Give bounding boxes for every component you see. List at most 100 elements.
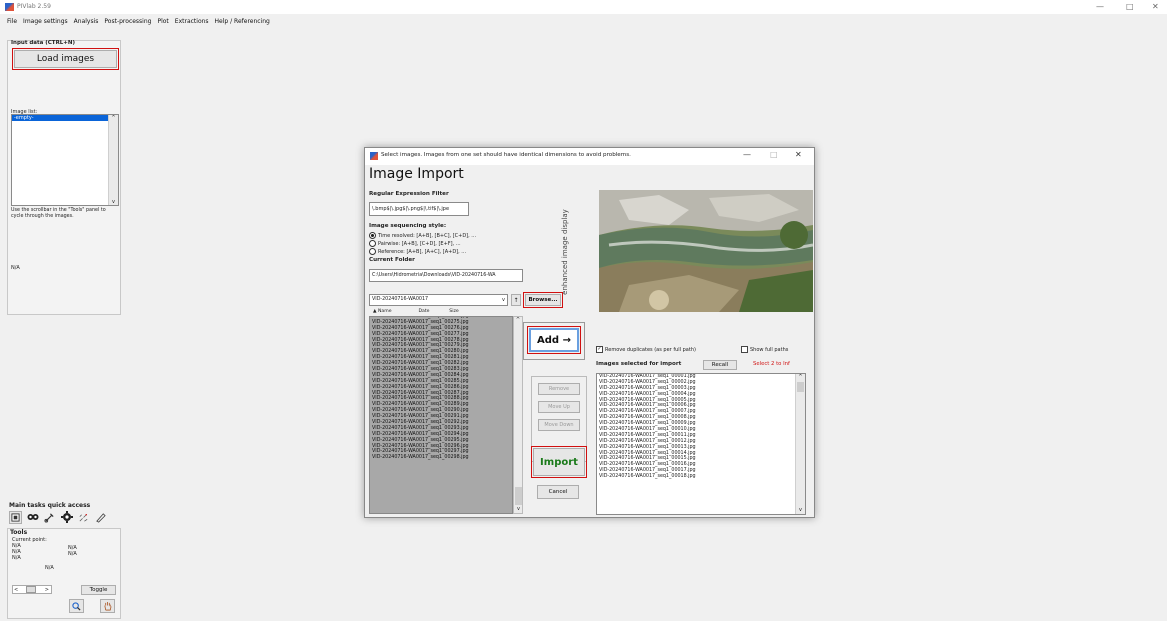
toggle-button[interactable]: Toggle xyxy=(81,585,116,595)
radio-selected-icon[interactable] xyxy=(369,232,376,239)
image-slider[interactable]: < > xyxy=(12,585,52,594)
app-titlebar: PIVlab 2.59 — □ ✕ xyxy=(0,0,1167,14)
scroll-down-icon[interactable]: v xyxy=(109,199,118,205)
current-folder-input[interactable]: C:\Users\Hidrometria\Downloads\VID-20240… xyxy=(369,269,523,282)
calibrate-icon[interactable] xyxy=(43,511,56,524)
header-date[interactable]: Date xyxy=(409,309,439,316)
sequencing-option-time-resolved[interactable]: Time resolved: [A+B], [B+C], [C+D], ... xyxy=(369,232,476,239)
river-preview-image xyxy=(599,190,813,312)
slider-right-icon[interactable]: > xyxy=(45,587,49,593)
minimize-icon[interactable]: — xyxy=(1096,2,1104,11)
folder-dropdown-value: VID-20240716-WA0017 xyxy=(372,297,429,302)
file-list-scroll-thumb[interactable] xyxy=(515,487,522,505)
load-images-button[interactable]: Load images xyxy=(12,48,119,70)
preview-label: enhanced image display xyxy=(561,209,569,295)
chevron-down-icon[interactable]: v xyxy=(502,295,505,305)
image-list-hint: Use the scrollbar in the "Tools" panel t… xyxy=(11,208,106,219)
show-full-paths-checkbox[interactable]: Show full paths xyxy=(741,346,788,353)
sequencing-option-label: Reference: [A+B], [A+C], [A+D], ... xyxy=(378,248,467,255)
image-list-scrollbar[interactable]: ^ v xyxy=(108,115,118,205)
scroll-up-icon[interactable]: ^ xyxy=(109,115,118,121)
regex-filter-input[interactable]: \.bmp$|\.jpg$|\.png$|\.tif$|\.jpe xyxy=(369,202,469,216)
dialog-app-icon xyxy=(370,152,378,160)
add-button[interactable]: Add → xyxy=(527,326,581,354)
roi-icon[interactable] xyxy=(9,510,22,524)
folder-up-button[interactable]: ↑ xyxy=(511,294,521,306)
radio-icon[interactable] xyxy=(369,248,376,255)
sequencing-option-pairwise[interactable]: Pairwise: [A+B], [C+D], [E+F], ... xyxy=(369,240,461,247)
dialog-maximize-icon[interactable]: □ xyxy=(770,150,778,159)
header-size[interactable]: Size xyxy=(439,309,469,316)
move-down-button[interactable]: Move Down xyxy=(538,419,580,431)
menu-plot[interactable]: Plot xyxy=(157,18,168,25)
tools-panel: Tools Current point: N/A N/A N/A N/A N/A… xyxy=(7,528,121,619)
checkbox-checked-icon[interactable]: ✓ xyxy=(596,346,603,353)
remove-duplicates-checkbox[interactable]: ✓ Remove duplicates (as per full path) xyxy=(596,346,696,353)
tools-value-4: N/A xyxy=(68,551,77,557)
image-list[interactable]: -empty- ^ v xyxy=(11,114,119,206)
quick-access-label: Main tasks quick access xyxy=(9,502,91,509)
preview-label-box: enhanced image display xyxy=(558,188,572,316)
cancel-button[interactable]: Cancel xyxy=(537,485,579,499)
menu-file[interactable]: File xyxy=(7,18,17,25)
dialog-minimize-icon[interactable]: — xyxy=(743,150,751,159)
pivlab-app-icon xyxy=(5,3,14,11)
vector-icon[interactable] xyxy=(77,511,90,524)
selected-image-item[interactable]: VID-20240716-WA0017_seq1_00018.jpg xyxy=(597,474,805,480)
selected-images-list[interactable]: VID-20240716-WA0017_seq1_00001.jpg VID-20… xyxy=(596,373,806,515)
sort-up-icon[interactable]: ▲ Name xyxy=(369,309,409,316)
tools-value-5: N/A xyxy=(12,555,21,561)
browse-button[interactable]: Browse... xyxy=(523,292,563,308)
input-data-label: Input data (CTRL+N) xyxy=(11,40,76,46)
menu-bar: File Image settings Analysis Post-proces… xyxy=(0,14,1167,28)
scroll-up-icon[interactable]: ^ xyxy=(514,317,522,323)
scroll-down-icon[interactable]: v xyxy=(514,506,523,512)
select-range-hint: Select 2 to Inf xyxy=(753,361,790,367)
radio-icon[interactable] xyxy=(369,240,376,247)
folder-dropdown[interactable]: VID-20240716-WA0017 v xyxy=(369,294,508,306)
slider-thumb[interactable] xyxy=(26,586,36,593)
images-selected-label: Images selected for import xyxy=(596,361,682,367)
image-list-item[interactable]: -empty- xyxy=(12,115,109,121)
sequencing-option-reference[interactable]: Reference: [A+B], [A+C], [A+D], ... xyxy=(369,248,466,255)
current-folder-label: Current Folder xyxy=(369,257,415,263)
sequencing-option-label: Time resolved: [A+B], [B+C], [C+D], ... xyxy=(378,232,477,239)
move-up-button[interactable]: Move Up xyxy=(538,401,580,413)
mask-icon[interactable] xyxy=(26,511,39,524)
scroll-down-icon[interactable]: v xyxy=(796,507,805,513)
file-list-header: ▲ Name Date Size xyxy=(369,309,523,316)
menu-image-settings[interactable]: Image settings xyxy=(23,18,68,25)
image-import-dialog: Select images. Images from one set shoul… xyxy=(364,147,815,518)
dialog-close-icon[interactable]: ✕ xyxy=(795,150,802,159)
slider-left-icon[interactable]: < xyxy=(14,587,18,593)
selected-list-scrollbar[interactable]: ^ v xyxy=(795,374,805,514)
scroll-up-icon[interactable]: ^ xyxy=(796,374,805,380)
maximize-icon[interactable]: □ xyxy=(1126,2,1134,11)
file-list[interactable]: VID-20240716-WA0017_seq1_00274.jpg VID-20… xyxy=(369,316,513,514)
recall-button[interactable]: Recall xyxy=(703,360,737,370)
enhanced-image-display xyxy=(599,190,813,312)
header-name[interactable]: Name xyxy=(378,309,392,314)
regex-filter-label: Regular Expression Filter xyxy=(369,191,449,197)
file-list-scrollbar[interactable]: ^ v xyxy=(513,316,523,514)
pen-icon[interactable] xyxy=(94,511,107,524)
file-list-item[interactable]: VID-20240716-WA0017_seq1_00298.jpg xyxy=(370,455,512,461)
remove-button[interactable]: Remove xyxy=(538,383,580,395)
menu-analysis[interactable]: Analysis xyxy=(74,18,99,25)
sequencing-style-label: Image sequencing style: xyxy=(369,223,447,229)
menu-post-processing[interactable]: Post-processing xyxy=(104,18,151,25)
menu-extractions[interactable]: Extractions xyxy=(175,18,209,25)
zoom-icon[interactable] xyxy=(69,599,84,613)
selected-scroll-thumb[interactable] xyxy=(797,382,804,392)
menu-help[interactable]: Help / Referencing xyxy=(215,18,270,25)
close-icon[interactable]: ✕ xyxy=(1152,2,1159,11)
image-status: N/A xyxy=(11,265,20,271)
image-import-heading: Image Import xyxy=(369,166,464,182)
settings-icon[interactable] xyxy=(60,511,73,524)
dialog-titlebar: Select images. Images from one set shoul… xyxy=(365,148,814,165)
tools-center-value: N/A xyxy=(45,565,54,571)
pan-hand-icon[interactable] xyxy=(100,599,115,613)
import-button[interactable]: Import xyxy=(531,446,587,478)
checkbox-icon[interactable] xyxy=(741,346,748,353)
input-data-panel: Input data (CTRL+N) Load images Image li… xyxy=(7,40,121,315)
